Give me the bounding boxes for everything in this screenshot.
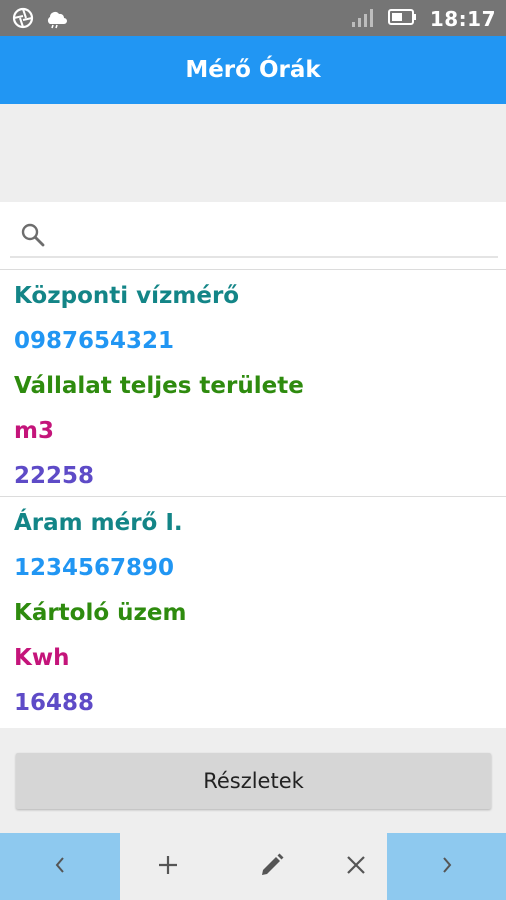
previous-button[interactable]: [0, 833, 120, 900]
pencil-icon: [258, 851, 286, 883]
meter-unit: m3: [14, 418, 54, 444]
list-item[interactable]: Központi vízmérő 0987654321 Vállalat tel…: [0, 269, 506, 496]
status-bar: 18:17: [0, 0, 506, 36]
aperture-icon: [12, 7, 34, 33]
chevron-left-icon: [52, 855, 68, 879]
list-item[interactable]: Áram mérő I. 1234567890 Kártoló üzem Kwh…: [0, 496, 506, 726]
meter-name: Áram mérő I.: [14, 510, 183, 536]
add-button[interactable]: [138, 833, 198, 900]
delete-button[interactable]: [328, 833, 384, 900]
meter-location: Kártoló üzem: [14, 600, 187, 626]
page-title: Mérő Órák: [185, 57, 321, 83]
weather-icon: [44, 7, 68, 33]
status-left-icons: [12, 7, 68, 33]
next-button[interactable]: [387, 833, 506, 900]
bottom-toolbar: [0, 833, 506, 900]
meter-value: 16488: [14, 690, 95, 716]
meter-location: Vállalat teljes területe: [14, 373, 304, 399]
search-icon[interactable]: [20, 222, 46, 252]
meter-value: 22258: [14, 463, 95, 489]
status-right-icons: 18:17: [350, 6, 496, 32]
status-time: 18:17: [429, 7, 496, 31]
meter-list: Központi vízmérő 0987654321 Vállalat tel…: [0, 269, 506, 726]
app-bar: Mérő Órák: [0, 36, 506, 104]
details-button[interactable]: Részletek: [16, 753, 491, 809]
meter-name: Központi vízmérő: [14, 283, 240, 309]
search-input[interactable]: [56, 218, 498, 256]
close-icon: [345, 854, 367, 880]
signal-icon: [350, 6, 376, 32]
header-spacer: [0, 104, 506, 202]
meter-serial: 0987654321: [14, 328, 175, 354]
meter-serial: 1234567890: [14, 555, 175, 581]
meter-unit: Kwh: [14, 645, 70, 671]
edit-button[interactable]: [242, 833, 302, 900]
search-underline: [10, 256, 498, 258]
chevron-right-icon: [439, 855, 455, 879]
battery-icon: [387, 7, 418, 31]
plus-icon: [156, 853, 180, 881]
